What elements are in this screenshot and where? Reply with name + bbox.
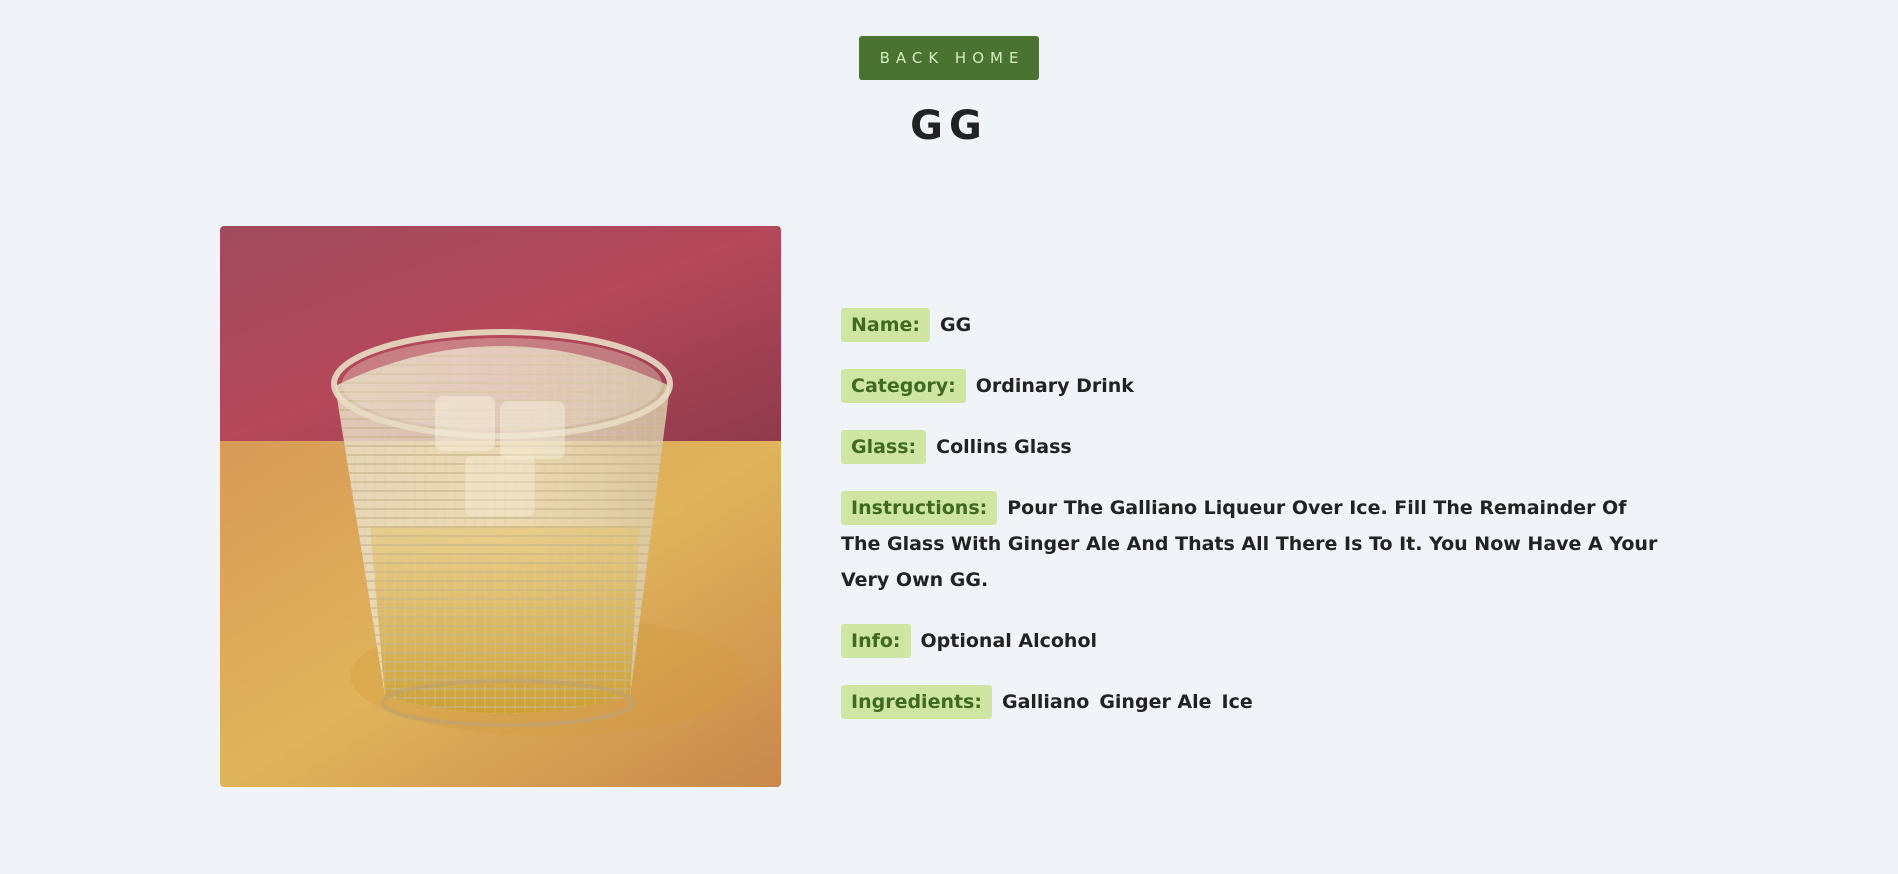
ingredients-label: Ingredients: bbox=[841, 685, 992, 719]
detail-row-category: Category: Ordinary Drink bbox=[841, 368, 1671, 404]
category-label: Category: bbox=[841, 369, 966, 403]
back-home-button[interactable]: Back Home bbox=[859, 36, 1039, 80]
name-value: GG bbox=[940, 314, 972, 336]
ingredient-item: Ginger Ale bbox=[1099, 691, 1212, 713]
info-label: Info: bbox=[841, 624, 911, 658]
detail-row-info: Info: Optional Alcohol bbox=[841, 623, 1671, 659]
instructions-label: Instructions: bbox=[841, 491, 998, 525]
ingredient-item: Ice bbox=[1221, 691, 1253, 713]
drink-detail-page: Back Home GG bbox=[0, 0, 1898, 874]
ingredient-item: Galliano bbox=[1001, 691, 1090, 713]
glass-label: Glass: bbox=[841, 430, 927, 464]
detail-row-instructions: Instructions: Pour The Galliano Liqueur O… bbox=[841, 490, 1671, 598]
category-value: Ordinary Drink bbox=[975, 375, 1134, 397]
detail-row-glass: Glass: Collins Glass bbox=[841, 429, 1671, 465]
detail-row-name: Name: GG bbox=[841, 307, 1671, 343]
info-value: Optional Alcohol bbox=[920, 630, 1098, 652]
name-label: Name: bbox=[841, 308, 931, 342]
drink-image bbox=[220, 226, 781, 787]
drink-details: Name: GG Category: Ordinary Drink Glass: Co… bbox=[841, 307, 1671, 745]
glass-value: Collins Glass bbox=[936, 436, 1072, 458]
drink-photo bbox=[220, 226, 781, 787]
page-title: GG bbox=[910, 103, 988, 149]
page-header: Back Home GG bbox=[0, 0, 1898, 146]
detail-row-ingredients: Ingredients: Galliano Ginger Ale Ice bbox=[841, 684, 1671, 720]
